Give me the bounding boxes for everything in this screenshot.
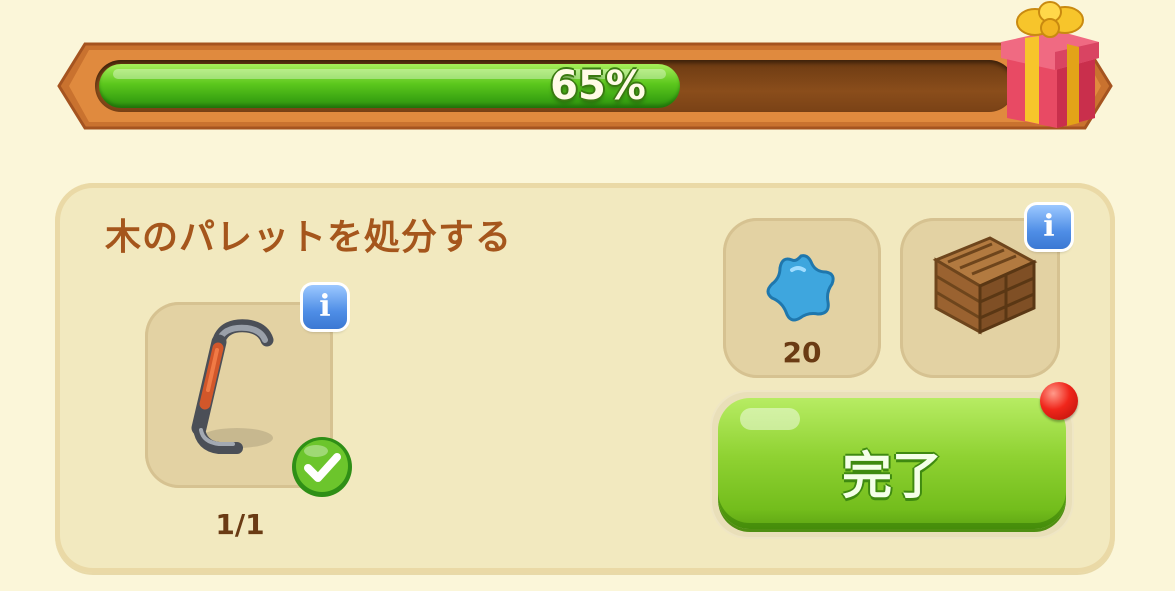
reward-info-button[interactable]: i	[1027, 205, 1071, 249]
quest-title: 木のパレットを処分する	[105, 217, 513, 258]
checkmark-icon	[292, 437, 352, 497]
gift-box-icon[interactable]	[995, 0, 1105, 132]
complete-button-label: 完了	[842, 447, 942, 505]
notification-dot	[1040, 382, 1078, 420]
blue-star-icon	[766, 254, 835, 322]
quest-screen: 65% 木のパレットを処分する i 1/1 20 i 完了	[0, 0, 1175, 591]
complete-button[interactable]: 完了	[712, 392, 1072, 537]
requirement-count: 1/1	[215, 508, 265, 541]
requirement-info-button[interactable]: i	[303, 285, 347, 329]
progress-percent: 65%	[550, 63, 646, 109]
crowbar-icon	[191, 319, 274, 454]
wooden-crate-icon	[932, 236, 1038, 335]
reward-star-amount: 20	[782, 336, 822, 369]
complete-button-face[interactable]: 完了	[718, 398, 1066, 529]
